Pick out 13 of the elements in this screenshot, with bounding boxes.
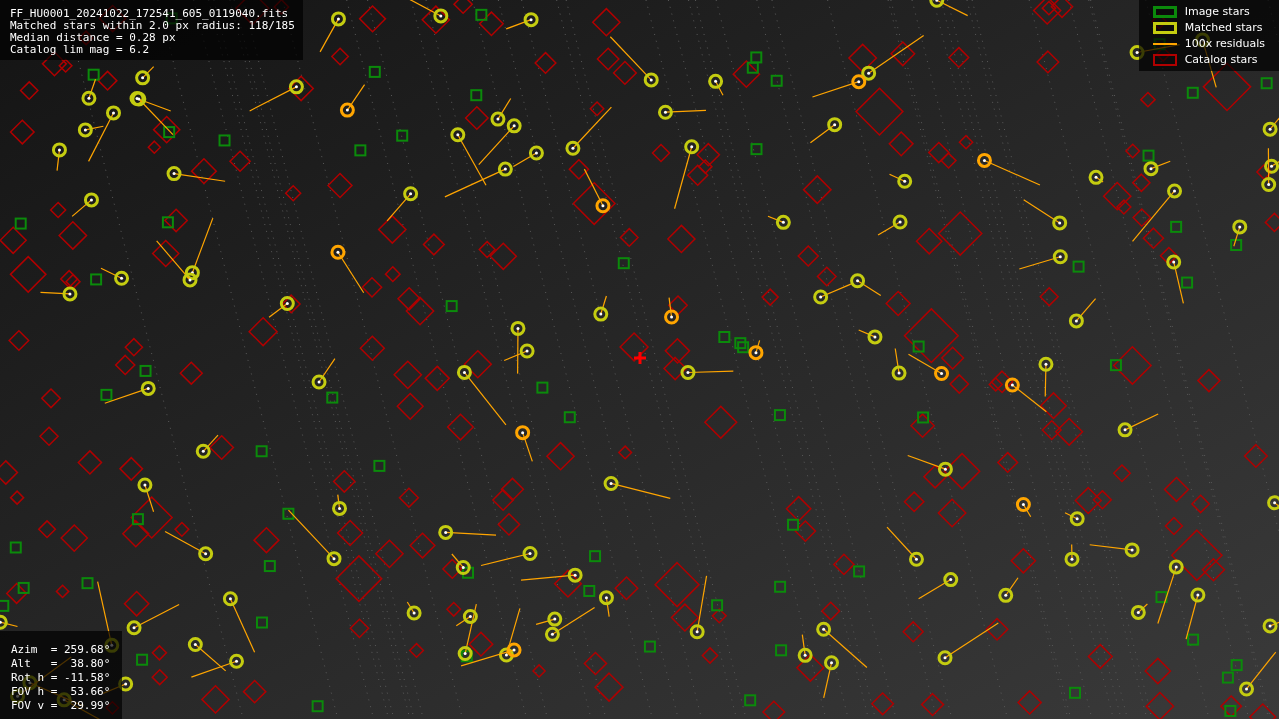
legend-label: Image stars: [1184, 5, 1250, 18]
info-text: Rot h = -11.58°: [11, 671, 111, 685]
info-text: FOV v = 29.99°: [11, 699, 111, 713]
info-text: Azim = 259.68°: [11, 643, 111, 657]
header-text: Matched stars within 2.0 px radius: 118/185: [10, 20, 295, 32]
info-text: FOV h = 53.66°: [11, 685, 111, 699]
header-text: FF_HU0001_20241022_172541_605_0119040.fits: [10, 8, 290, 20]
legend-label: Catalog stars: [1184, 53, 1258, 66]
header-text: Median distance = 0.28 px: [10, 32, 177, 44]
info-text: Alt = 38.80°: [11, 657, 111, 671]
header-text: Catalog lim mag = 6.2: [10, 44, 151, 56]
legend-label: Matched stars: [1184, 21, 1263, 34]
legend-label: 100x residuals: [1184, 37, 1265, 50]
